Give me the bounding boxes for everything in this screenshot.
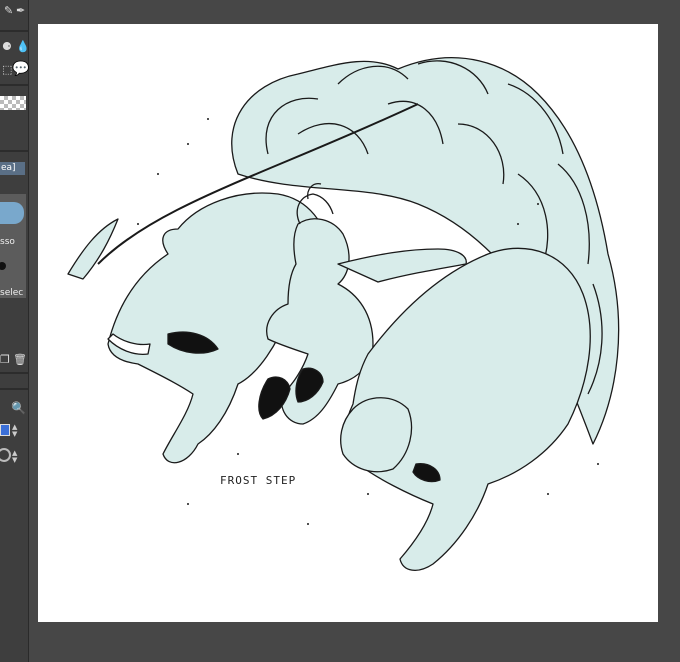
- spinner-icon[interactable]: ▲ ▼: [12, 450, 17, 464]
- transparency-swatch-icon[interactable]: [0, 96, 26, 110]
- droplet-icon[interactable]: 💧: [16, 40, 30, 53]
- top-workspace: [29, 0, 680, 24]
- toolbar-divider: [0, 84, 28, 86]
- drawing-canvas[interactable]: FROST STEP: [38, 24, 658, 622]
- spinner-icon[interactable]: ▲ ▼: [12, 424, 17, 438]
- lasso-icon[interactable]: ⬚: [2, 63, 12, 76]
- spear-blade: [67, 218, 119, 280]
- illustration: [67, 57, 620, 571]
- toolbar-divider: [0, 388, 28, 390]
- toolbar-divider: [0, 372, 28, 374]
- tool-name-label[interactable]: sso: [0, 237, 26, 247]
- speech-bubble-icon[interactable]: 💬: [12, 61, 29, 77]
- brush-icon[interactable]: ✎: [4, 4, 13, 17]
- circle-icon[interactable]: [0, 448, 11, 462]
- left-toolbar: ✎ ✒ ⚈ 💧 ⬚ 💬 ea] sso selec ❐ 🗑 🔍 ▲ ▼ ▲ ▼: [0, 0, 30, 662]
- lasso-preview-icon[interactable]: [0, 202, 24, 224]
- sub-tool-tab[interactable]: ea]: [0, 162, 25, 175]
- trash-icon[interactable]: 🗑: [13, 353, 27, 366]
- droplet-icon[interactable]: ⚈: [2, 40, 12, 53]
- artwork-caption: FROST STEP: [220, 474, 297, 487]
- copy-icon[interactable]: ❐: [0, 353, 10, 366]
- tool-option-label[interactable]: selec: [0, 288, 26, 298]
- right-workspace: [658, 22, 680, 662]
- zoom-icon[interactable]: 🔍: [11, 401, 26, 415]
- color-swatch-icon[interactable]: [0, 424, 10, 436]
- pen-icon[interactable]: ✒: [16, 4, 25, 17]
- toolbar-divider: [0, 30, 28, 32]
- toolbar-divider: [0, 150, 28, 152]
